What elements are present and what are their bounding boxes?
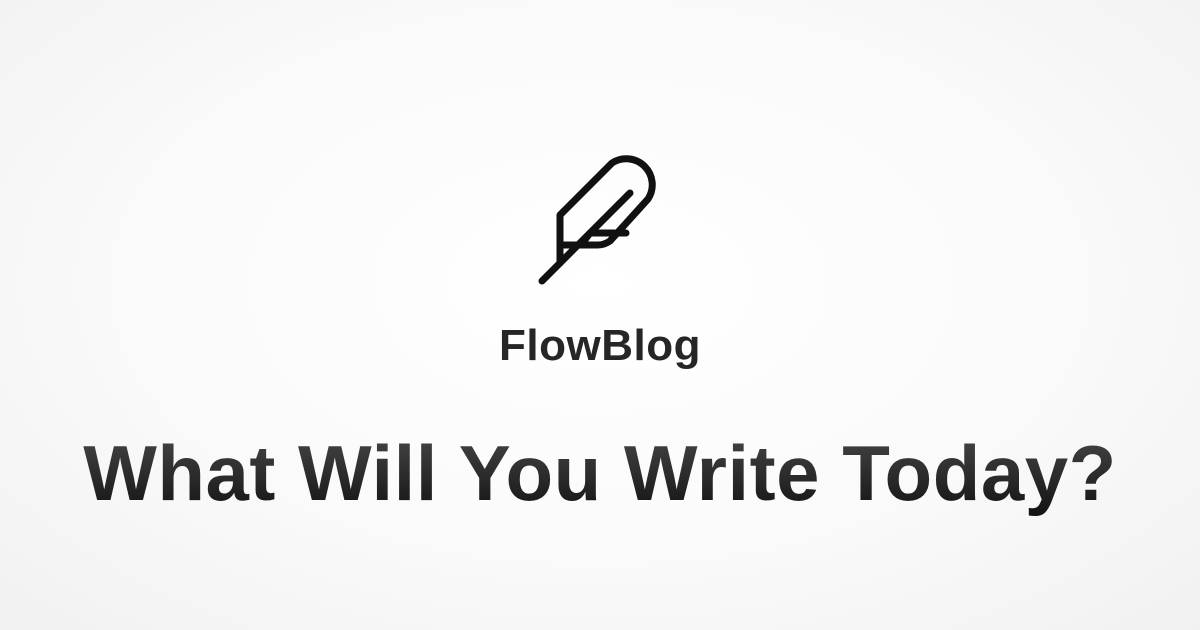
brand-name: FlowBlog bbox=[499, 321, 701, 370]
headline: What Will You Write Today? bbox=[0, 425, 1200, 521]
hero-banner: FlowBlog What Will You Write Today? bbox=[0, 0, 1200, 630]
feather-icon bbox=[530, 145, 680, 295]
